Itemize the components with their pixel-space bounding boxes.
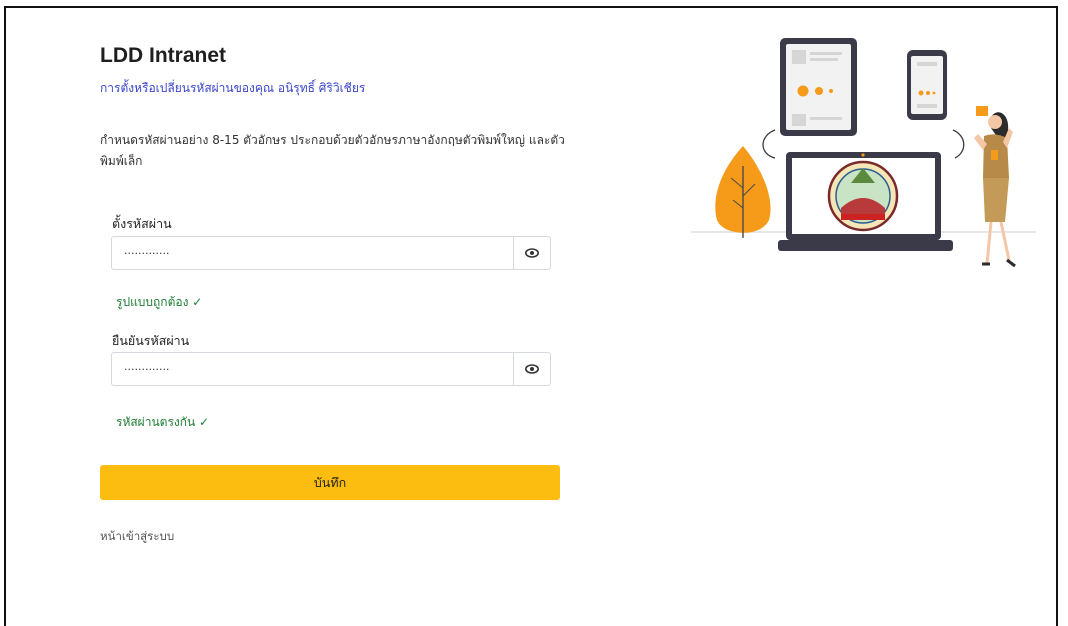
woman-illustration <box>974 106 1016 268</box>
tablet-illustration <box>780 38 857 136</box>
confirm-password-group <box>111 352 551 386</box>
save-button[interactable]: บันทึก <box>100 465 560 500</box>
page-frame: LDD Intranet การตั้งหรือเปลี่ยนรหัสผ่านข… <box>4 6 1058 626</box>
app-title: LDD Intranet <box>100 44 226 67</box>
new-password-input[interactable] <box>111 236 513 270</box>
eye-icon <box>525 248 539 258</box>
new-password-visibility-toggle[interactable] <box>513 236 551 270</box>
phone-illustration <box>907 50 947 120</box>
illustration <box>691 38 1036 268</box>
confirm-password-input[interactable] <box>111 352 513 386</box>
tree-illustration <box>715 146 771 238</box>
laptop-illustration <box>778 152 953 251</box>
ldd-seal-logo <box>827 160 899 232</box>
login-page-link[interactable]: หน้าเข้าสู่ระบบ <box>100 528 174 546</box>
new-password-group <box>111 236 551 270</box>
eye-icon <box>525 364 539 374</box>
password-rules-hint: กำหนดรหัสผ่านอย่าง 8-15 ตัวอักษร ประกอบด… <box>100 133 565 168</box>
confirm-password-status: รหัสผ่านตรงกัน ✓ <box>116 415 210 429</box>
new-password-status: รูปแบบถูกต้อง ✓ <box>116 295 203 309</box>
confirm-password-label: ยืนยันรหัสผ่าน <box>112 333 190 348</box>
sync-arrow-left <box>762 129 776 159</box>
page-subtitle: การตั้งหรือเปลี่ยนรหัสผ่านของคุณ อนิรุทธ… <box>100 81 366 95</box>
new-password-label: ตั้งรหัสผ่าน <box>112 216 172 231</box>
sync-arrow-right <box>952 129 965 159</box>
confirm-password-visibility-toggle[interactable] <box>513 352 551 386</box>
